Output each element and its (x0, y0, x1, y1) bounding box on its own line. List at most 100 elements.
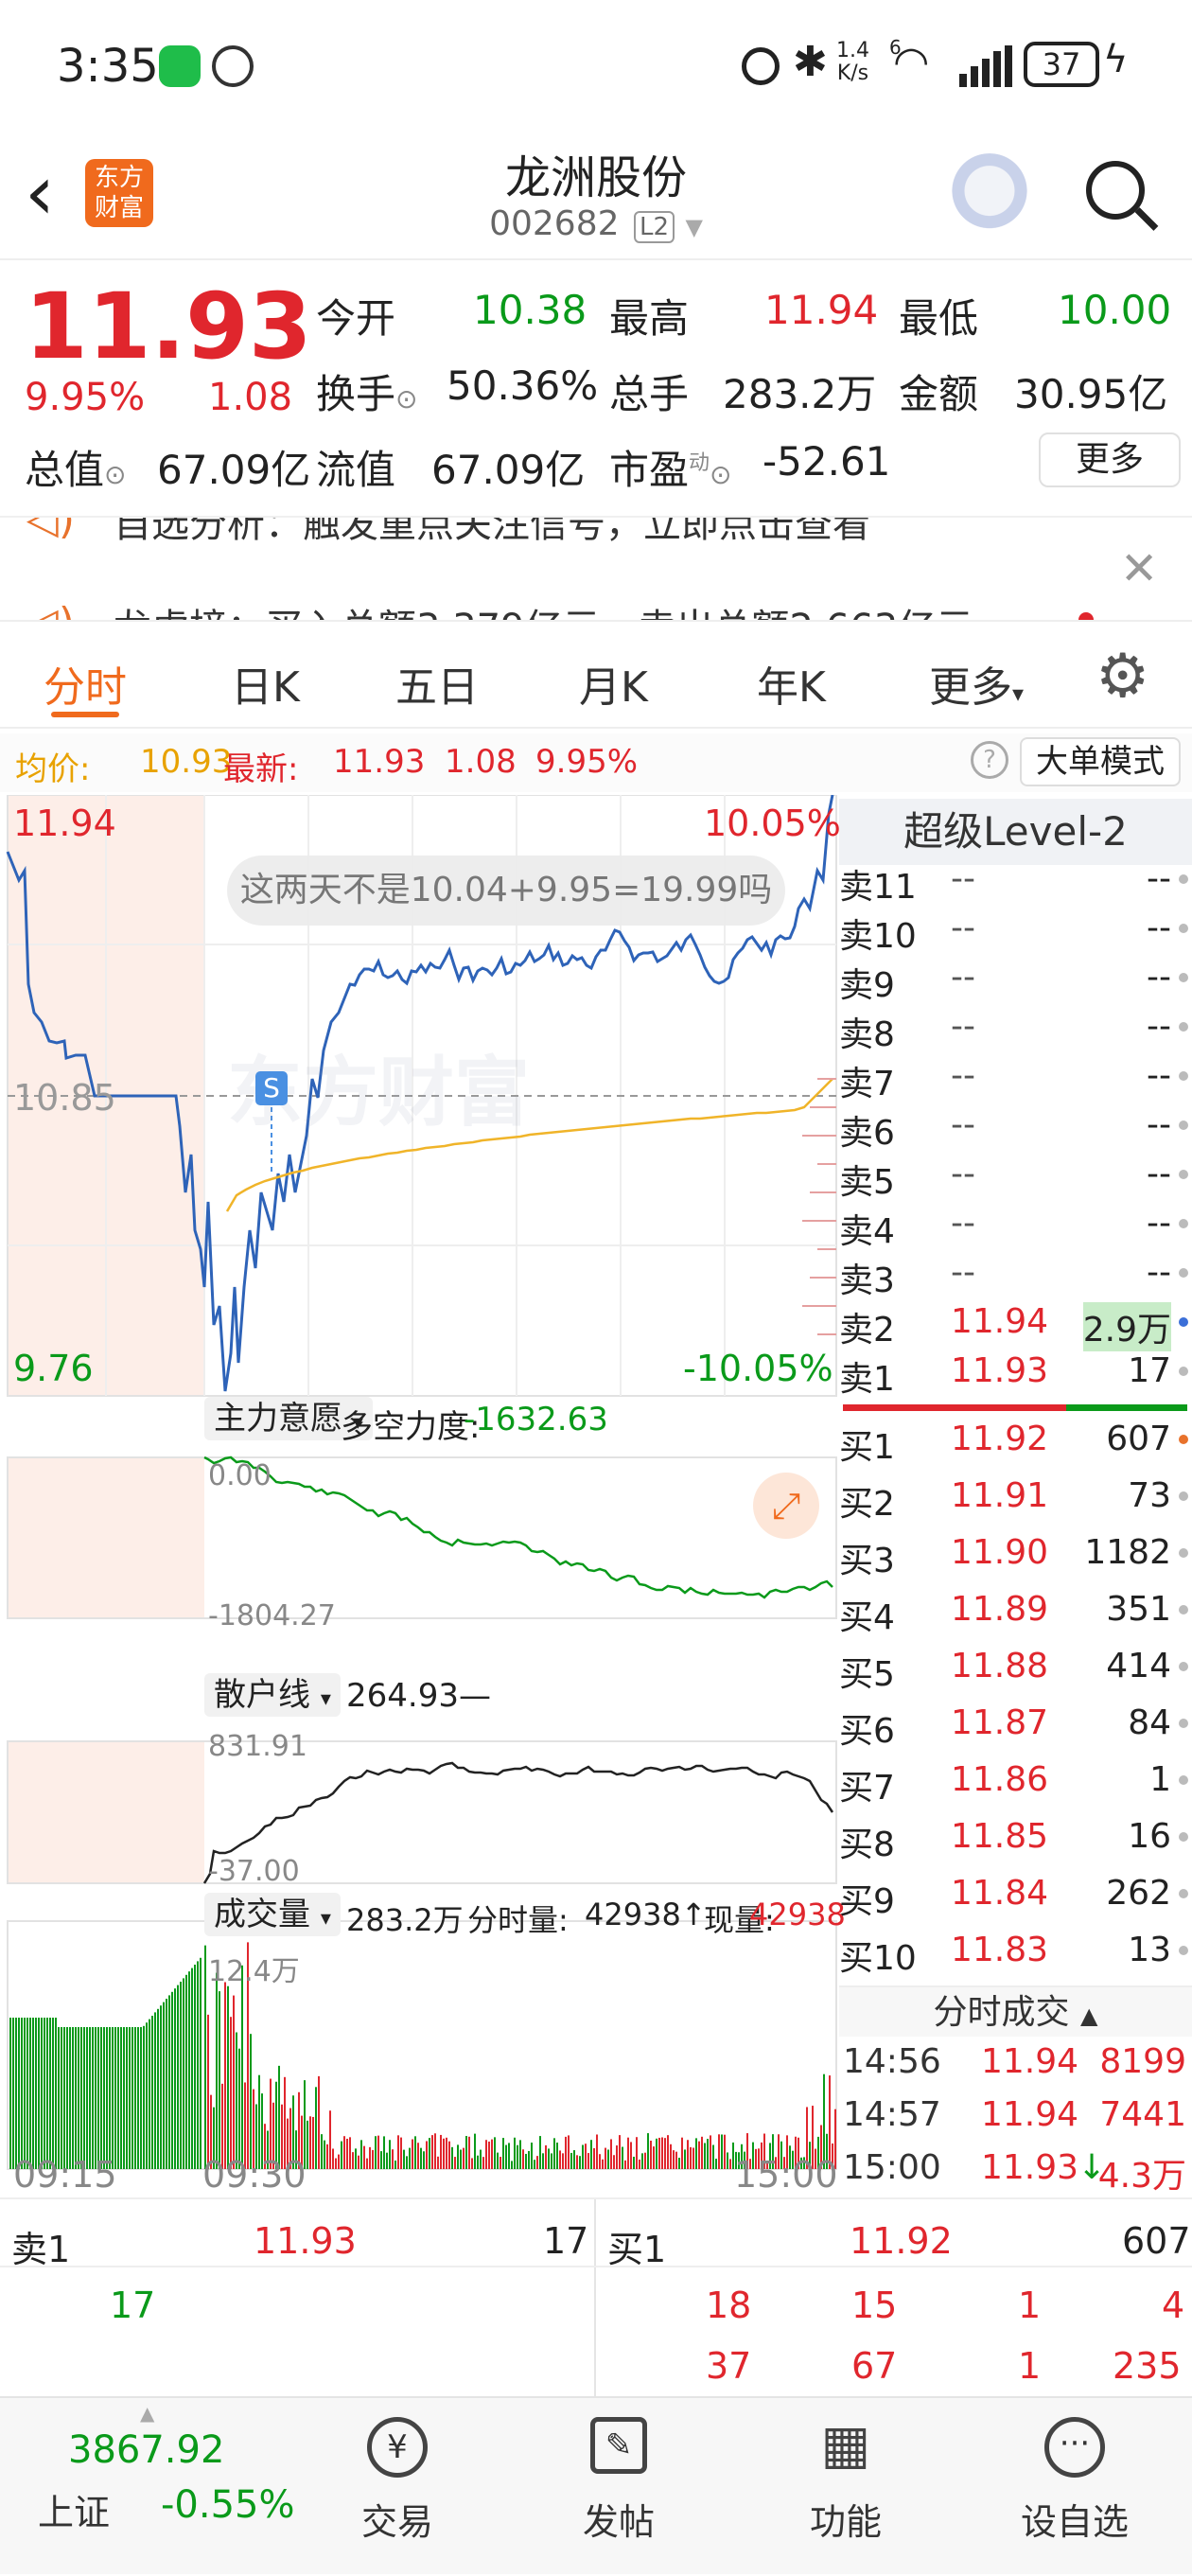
comment-bubble[interactable]: 这两天不是10.04+9.95=19.99吗 (227, 856, 785, 926)
price-low-label: 9.76 (13, 1348, 94, 1389)
bid-row[interactable]: 买2 11.91 73 (839, 1476, 1192, 1526)
expand-icon[interactable]: ⤢ (753, 1473, 819, 1539)
ask-volume: -- (1147, 909, 1171, 947)
volume-bar (309, 2116, 311, 2169)
close-icon[interactable]: ✕ (1120, 542, 1158, 595)
tab-monthly-k[interactable]: 月K (579, 653, 648, 714)
bid-price: 11.84 (951, 1874, 1049, 1913)
volume-bar (511, 2161, 513, 2169)
ask-row[interactable]: 卖6 -- -- (839, 1105, 1192, 1155)
volume-bar (480, 2149, 482, 2169)
volume-bar (596, 2134, 598, 2169)
volume-bar (400, 2137, 402, 2169)
bull-bear-value: -1632.63 (464, 1401, 608, 1438)
vol-tick-value: 42938↑ (585, 1897, 707, 1932)
bid-row[interactable]: 买3 11.90 1182 (839, 1533, 1192, 1582)
volume-bar (224, 1982, 226, 2169)
ask-dot (1179, 1170, 1188, 1179)
news-line-2[interactable]: 龙虎榜：买入总额3.379亿元，卖出总额2.663亿元 (114, 597, 973, 620)
bid-row[interactable]: 买6 11.87 84 (839, 1703, 1192, 1753)
volume-bar (605, 2147, 606, 2169)
ask-row[interactable]: 卖11 -- -- (839, 859, 1192, 909)
time-open: 09:30 (202, 2154, 307, 2196)
tab-yearly-k[interactable]: 年K (757, 653, 826, 714)
signal-marker[interactable]: S (255, 1071, 288, 1105)
bid-row[interactable]: 买4 11.89 351 (839, 1590, 1192, 1639)
ask-row[interactable]: 卖4 -- -- (839, 1204, 1192, 1253)
news-ticker[interactable]: ◁) 自选分析：触发重点关注信号，立即点击查看 ◁) 龙虎榜：买入总额3.379… (0, 518, 1192, 622)
volume-bar (194, 1965, 196, 2169)
turnover-label[interactable]: 换手⊙ (316, 362, 417, 420)
volume-bar (109, 2027, 111, 2169)
tab-intraday[interactable]: 分时 (44, 653, 127, 714)
volume-bar (590, 2140, 592, 2169)
ask-row[interactable]: 卖10 -- -- (839, 909, 1192, 958)
volume-bar (394, 2160, 396, 2169)
book-title[interactable]: 超级Level-2 (839, 799, 1192, 865)
function-button[interactable]: ▦ 功能 (789, 2417, 903, 2545)
tick-time: 14:56 (843, 2042, 941, 2081)
ask-row[interactable]: 卖5 -- -- (839, 1155, 1192, 1204)
intraday-chart-area[interactable]: 11.94 10.05% 10.85 9.76 -10.05% 东方财富 S 这… (0, 794, 846, 2214)
gear-icon[interactable]: ⚙ (1096, 642, 1149, 712)
ask-row[interactable]: 卖7 -- -- (839, 1056, 1192, 1105)
volume-bar (321, 2134, 323, 2169)
trade-button[interactable]: ¥ 交易 (341, 2417, 454, 2545)
tab-five-day[interactable]: 五日 (395, 653, 479, 714)
ask-row[interactable]: 卖3 -- -- (839, 1253, 1192, 1302)
ask-row[interactable]: 卖8 -- -- (839, 1007, 1192, 1056)
ask-row[interactable]: 卖2 11.94 2.9万 (839, 1302, 1192, 1351)
ask-dot (1179, 1120, 1188, 1130)
ask-dot (1179, 1071, 1188, 1081)
ask-row[interactable]: 卖1 11.93 17 (839, 1351, 1192, 1401)
bid-row[interactable]: 买5 11.88 414 (839, 1647, 1192, 1696)
volume-bar (664, 2138, 666, 2169)
index-value: 3867.92 (68, 2428, 225, 2472)
vol-now-value: 42938 (749, 1897, 846, 1932)
news-line-1[interactable]: 自选分析：触发重点关注信号，立即点击查看 (114, 518, 870, 548)
bid-row[interactable]: 买1 11.92 607 (839, 1420, 1192, 1469)
tab-more[interactable]: 更多▾ (929, 653, 1024, 714)
preopen-shade (8, 1741, 204, 1883)
volume-bar (457, 2144, 459, 2169)
tab-daily-k[interactable]: 日K (231, 653, 300, 714)
mktcap-label[interactable]: 总值⊙ (25, 438, 126, 496)
intraday-chart-svg[interactable] (0, 794, 837, 2214)
pe-label[interactable]: 市盈动⊙ (609, 438, 732, 496)
volume-bar (89, 2027, 91, 2169)
bid-row[interactable]: 买8 11.85 16 (839, 1817, 1192, 1866)
volume-bar (95, 2027, 96, 2169)
tick-row: 14:57 11.94 7441 (839, 2095, 1192, 2144)
help-icon[interactable]: ? (971, 741, 1008, 779)
volume-bar (403, 2149, 405, 2169)
ask-row[interactable]: 卖9 -- -- (839, 958, 1192, 1007)
bid-row[interactable]: 买7 11.86 1 (839, 1760, 1192, 1809)
retail-line-selector[interactable]: 散户线 ▾ (204, 1673, 341, 1717)
latest-change: 1.08 (445, 743, 517, 781)
ask-price: -- (951, 1056, 975, 1095)
bid-row[interactable]: 买9 11.84 262 (839, 1874, 1192, 1923)
volume-selector[interactable]: 成交量 ▾ (204, 1893, 341, 1936)
robot-assistant-icon[interactable] (948, 153, 1031, 237)
ask-label: 卖3 (839, 1262, 895, 1300)
add-watchlist-button[interactable]: ··· 设自选 (1008, 2417, 1141, 2545)
volume-bar (650, 2141, 652, 2169)
volume-bar (168, 1995, 170, 2169)
volume-bar (551, 2153, 552, 2169)
sum-bid-price: 11.92 (850, 2220, 953, 2262)
volume-bar (678, 2158, 680, 2169)
caret-up-icon: ▲ (140, 2402, 155, 2425)
big-order-mode-button[interactable]: 大单模式 (1020, 737, 1181, 786)
volume-bar (593, 2148, 595, 2169)
bid-label: 买5 (839, 1655, 895, 1694)
index-widget[interactable]: ▲ 3867.92 上证 -0.55% (19, 2398, 303, 2576)
volume-bar (106, 2027, 108, 2169)
quote-panel: 11.93 9.95% 1.08 今开 10.38 最高 11.94 最低 10… (0, 262, 1192, 518)
volume-bar (83, 2027, 85, 2169)
post-button[interactable]: ✎ 发帖 (562, 2417, 675, 2545)
more-button[interactable]: 更多 (1039, 432, 1181, 487)
ticks-header[interactable]: 分时成交 ▲ (839, 1985, 1192, 2037)
volume-bar (667, 2135, 669, 2169)
volume-bar (100, 2027, 102, 2169)
bid-row[interactable]: 买10 11.83 13 (839, 1931, 1192, 1980)
